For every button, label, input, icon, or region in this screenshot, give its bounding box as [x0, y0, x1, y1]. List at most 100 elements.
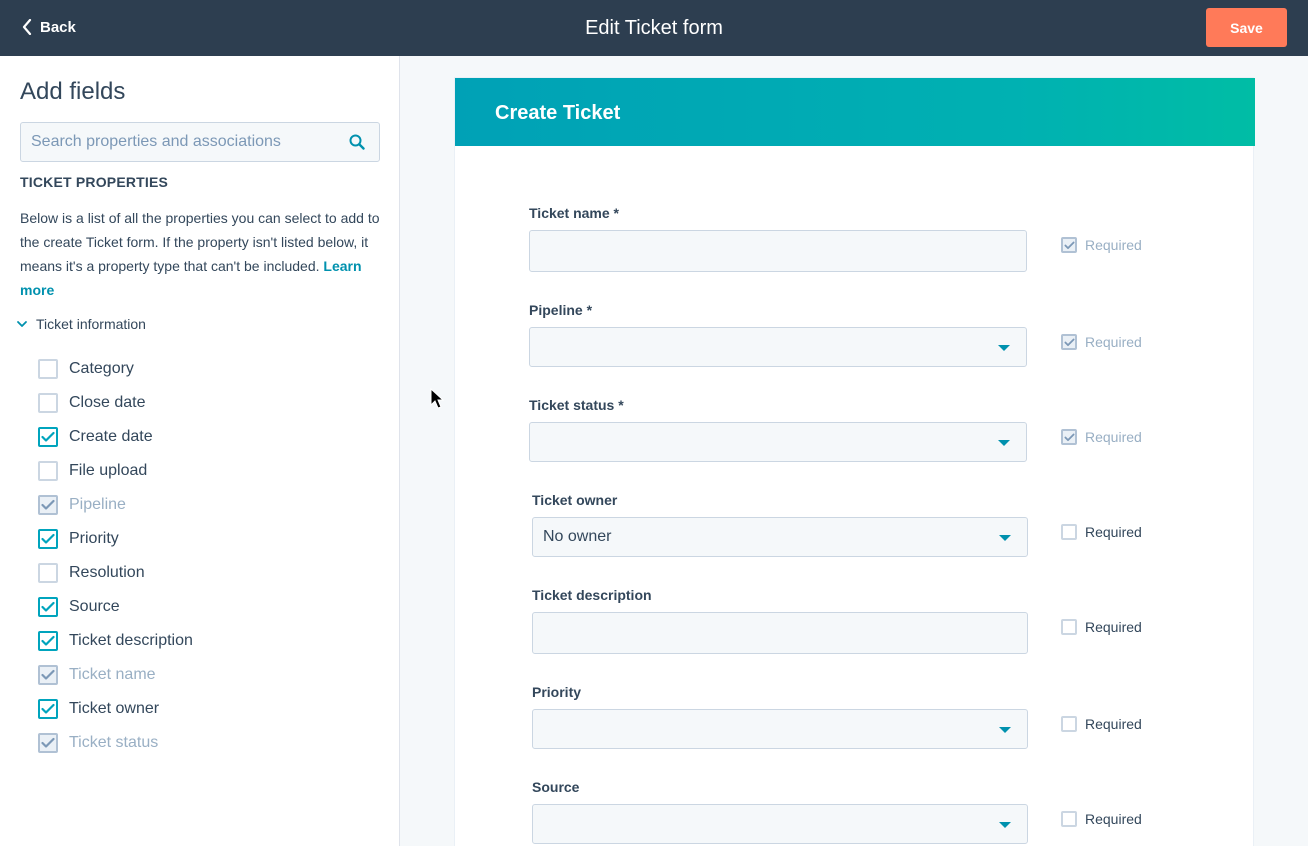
- property-checkbox: [38, 665, 58, 685]
- checkmark-icon: [41, 601, 55, 612]
- dropdown-value: No owner: [543, 528, 612, 545]
- caret-down-icon: [999, 727, 1011, 733]
- checkmark-icon: [41, 669, 55, 680]
- checkmark-icon: [1063, 241, 1075, 249]
- required-label: Required: [1085, 811, 1142, 827]
- property-item[interactable]: Create date: [38, 420, 193, 454]
- field-dropdown[interactable]: [529, 422, 1027, 462]
- caret-down-icon: [998, 440, 1010, 446]
- property-item: Ticket status: [38, 726, 193, 760]
- required-checkbox[interactable]: [1061, 524, 1077, 540]
- section-description: Below is a list of all the properties yo…: [20, 206, 382, 302]
- property-label: Ticket description: [69, 632, 193, 649]
- field-label: Ticket owner: [532, 492, 618, 508]
- required-checkbox: [1061, 429, 1077, 445]
- property-checkbox[interactable]: [38, 359, 58, 379]
- field-input[interactable]: [529, 230, 1027, 272]
- field-label: Ticket description: [532, 587, 652, 603]
- field-label: Priority: [532, 684, 582, 700]
- field-dropdown[interactable]: [532, 804, 1028, 844]
- checkmark-icon: [41, 499, 55, 510]
- page-title: Edit Ticket form: [585, 17, 723, 39]
- add-fields-sidebar: Add fields TICKET PROPERTIES Below is a …: [0, 56, 400, 846]
- property-label: Ticket status: [69, 734, 159, 751]
- form-card-header: Create Ticket: [455, 78, 1255, 146]
- property-label: Source: [69, 598, 120, 615]
- required-toggle: Required: [1061, 334, 1142, 350]
- property-checkbox[interactable]: [38, 699, 58, 719]
- property-checkbox: [38, 495, 58, 515]
- field-label: Pipeline *: [529, 302, 593, 318]
- property-item[interactable]: Ticket description: [38, 624, 193, 658]
- property-item[interactable]: Source: [38, 590, 193, 624]
- caret-down-icon: [998, 345, 1010, 351]
- required-label: Required: [1085, 334, 1142, 350]
- checkmark-icon: [41, 431, 55, 442]
- property-checkbox[interactable]: [38, 563, 58, 583]
- search-input[interactable]: [21, 123, 341, 161]
- field-dropdown[interactable]: No owner: [532, 517, 1028, 557]
- property-checkbox[interactable]: [38, 597, 58, 617]
- property-label: File upload: [69, 462, 148, 479]
- section-heading: TICKET PROPERTIES: [20, 174, 169, 190]
- property-label: Priority: [69, 530, 119, 547]
- property-checkbox[interactable]: [38, 529, 58, 549]
- property-item[interactable]: Resolution: [38, 556, 193, 590]
- caret-down-icon: [999, 822, 1011, 828]
- required-toggle[interactable]: Required: [1061, 716, 1142, 732]
- field-dropdown[interactable]: [529, 327, 1027, 367]
- property-item: Ticket name: [38, 658, 193, 692]
- form-preview-area: Create Ticket Ticket name * Required Pipel…: [401, 56, 1308, 846]
- caret-down-icon: [999, 535, 1011, 541]
- required-checkbox[interactable]: [1061, 716, 1077, 732]
- save-button[interactable]: Save: [1206, 8, 1287, 47]
- property-label: Resolution: [69, 564, 145, 581]
- required-checkbox[interactable]: [1061, 619, 1077, 635]
- property-item[interactable]: Ticket owner: [38, 692, 193, 726]
- property-item[interactable]: Priority: [38, 522, 193, 556]
- required-label: Required: [1085, 429, 1142, 445]
- property-checkbox[interactable]: [38, 393, 58, 413]
- property-checkbox[interactable]: [38, 427, 58, 447]
- property-item[interactable]: File upload: [38, 454, 193, 488]
- checkmark-icon: [41, 635, 55, 646]
- required-toggle[interactable]: Required: [1061, 619, 1142, 635]
- property-label: Close date: [69, 394, 146, 411]
- search-icon[interactable]: [349, 134, 365, 150]
- property-label: Category: [69, 360, 134, 377]
- property-label: Ticket name: [69, 666, 156, 683]
- field-label: Ticket status *: [529, 397, 624, 413]
- property-label: Pipeline: [69, 496, 126, 513]
- field-label: Source: [532, 779, 580, 795]
- chevron-down-icon: [17, 321, 27, 327]
- property-checkbox[interactable]: [38, 461, 58, 481]
- property-item[interactable]: Close date: [38, 386, 193, 420]
- property-label: Ticket owner: [69, 700, 160, 717]
- required-label: Required: [1085, 237, 1142, 253]
- required-label: Required: [1085, 716, 1142, 732]
- field-input[interactable]: [532, 612, 1028, 654]
- required-toggle[interactable]: Required: [1061, 811, 1142, 827]
- field-dropdown[interactable]: [532, 709, 1028, 749]
- required-label: Required: [1085, 524, 1142, 540]
- search-box: [20, 122, 380, 162]
- group-toggle-ticket-information[interactable]: Ticket information: [16, 316, 146, 332]
- checkmark-icon: [41, 533, 55, 544]
- checkmark-icon: [41, 703, 55, 714]
- required-checkbox[interactable]: [1061, 811, 1077, 827]
- group-label: Ticket information: [36, 316, 146, 332]
- field-label: Ticket name *: [529, 205, 620, 221]
- property-list: Category Close date Create date File upload…: [38, 352, 193, 760]
- property-item: Pipeline: [38, 488, 193, 522]
- required-toggle[interactable]: Required: [1061, 524, 1142, 540]
- checkmark-icon: [1063, 433, 1075, 441]
- property-checkbox[interactable]: [38, 631, 58, 651]
- form-title: Create Ticket: [495, 102, 621, 124]
- required-toggle: Required: [1061, 429, 1142, 445]
- checkmark-icon: [41, 737, 55, 748]
- property-item[interactable]: Category: [38, 352, 193, 386]
- top-bar: Back Edit Ticket form Save: [0, 0, 1308, 56]
- property-checkbox: [38, 733, 58, 753]
- mouse-cursor-icon: [430, 388, 444, 409]
- form-card: Create Ticket Ticket name * Required Pipel…: [454, 77, 1255, 846]
